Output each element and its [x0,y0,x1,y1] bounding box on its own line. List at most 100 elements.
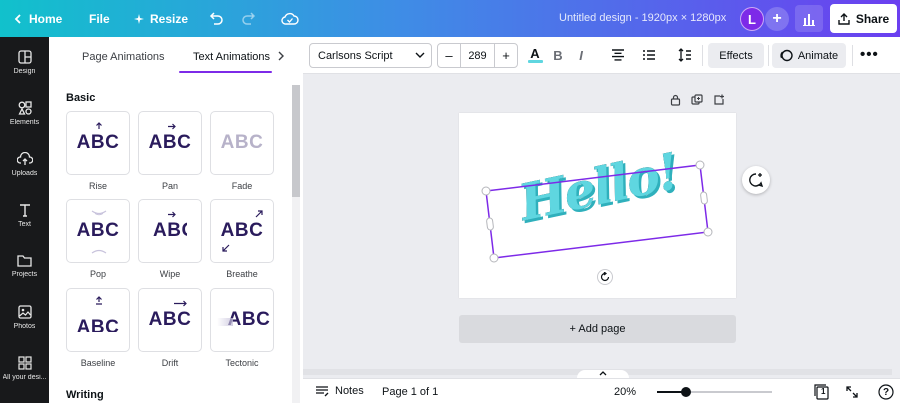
insights-button[interactable] [795,5,823,32]
font-size-stepper: – 289 + [437,43,518,68]
card-label-wipe: Wipe [159,269,181,279]
animation-card-breathe[interactable]: ABC [210,199,274,263]
bar-chart-icon [803,13,815,26]
notes-label: Notes [335,385,364,397]
arrow-right-long-icon [174,300,187,307]
font-size-decrease-button[interactable]: – [438,44,460,67]
font-size-input[interactable]: 289 [460,44,495,67]
animation-card-wipe[interactable]: ABC [138,199,202,263]
text-color-letter: A [530,45,540,61]
tectonic-blur-trail [217,318,233,326]
chevron-right-icon[interactable] [277,51,285,61]
expand-icon [846,386,858,398]
photo-icon [17,304,32,319]
font-family-select[interactable]: Carlsons Script [309,43,432,68]
active-tab-indicator [179,71,272,73]
rail-item-all-designs[interactable]: All your desi... [0,343,49,393]
upload-icon [16,151,33,165]
animation-card-rise[interactable]: ABC [66,111,130,175]
animation-card-baseline[interactable]: ABC [66,288,130,352]
rail-item-uploads[interactable]: Uploads [0,139,49,189]
rotate-handle[interactable] [597,269,613,285]
toolbar-divider [702,45,703,66]
more-options-button[interactable]: ••• [860,46,879,63]
italic-button[interactable]: I [571,45,591,65]
design-title[interactable]: Untitled design - 1920px × 1280px [559,12,726,24]
rail-label-all-designs: All your desi... [2,373,47,381]
section-writing-title: Writing [66,389,104,401]
align-center-button[interactable] [608,45,628,65]
tab-text-animations[interactable]: Text Animations [193,51,270,63]
undo-icon [209,11,223,25]
card-label-fade: Fade [231,181,253,191]
panel-scrollbar-thumb[interactable] [292,85,300,197]
fullscreen-button[interactable] [843,383,861,401]
panel-tabs: Page Animations Text Animations [49,37,303,75]
list-button[interactable] [639,45,659,65]
avatar[interactable]: L [740,7,764,31]
undo-button[interactable] [208,0,224,37]
file-label: File [89,11,110,26]
animation-card-fade[interactable]: ABC [210,111,274,175]
rail-item-projects[interactable]: Projects [0,241,49,291]
lock-icon[interactable] [670,94,681,106]
sparkle-icon [134,13,144,24]
add-comment-button[interactable] [742,166,770,194]
spacing-button[interactable] [675,45,695,65]
resize-button[interactable]: Resize [134,0,188,37]
rail-item-text[interactable]: Text [0,190,49,240]
text-color-button[interactable]: A [525,45,545,65]
expand-arrow-icon [255,210,263,218]
animation-card-drift[interactable]: ABC [138,288,202,352]
tab-page-animations[interactable]: Page Animations [82,51,165,63]
pop-wave-icon [91,210,107,216]
home-button[interactable]: Home [13,0,62,37]
pop-wave-bottom-icon [91,249,107,254]
rail-item-photos[interactable]: Photos [0,292,49,342]
page-count-button[interactable]: 1 [813,383,831,401]
cloud-save-status[interactable] [281,0,299,37]
rail-label-design: Design [13,67,36,75]
animation-card-pop[interactable]: ABC [66,199,130,263]
page-count: 1 [821,387,826,396]
list-icon [643,50,655,60]
file-menu[interactable]: File [89,0,110,37]
animate-button[interactable]: Animate [772,43,846,68]
resize-label: Resize [150,11,189,26]
card-label-baseline: Baseline [80,358,116,368]
help-button[interactable]: ? [877,383,895,401]
share-label: Share [855,11,890,26]
arrow-up-icon [96,122,102,129]
effects-button[interactable]: Effects [708,43,764,68]
redo-button[interactable] [241,0,257,37]
rail-item-design[interactable]: Design [0,37,49,87]
add-collaborator-button[interactable]: + [765,7,789,31]
add-page-button[interactable]: + Add page [459,315,736,343]
bottom-bar: Notes Page 1 of 1 20% 1 ? [303,378,900,403]
duplicate-icon[interactable] [691,94,703,106]
bold-button[interactable]: B [548,45,568,65]
zoom-slider-thumb[interactable] [680,387,691,397]
font-size-increase-button[interactable]: + [495,44,517,67]
notes-icon [316,385,329,396]
animation-card-tectonic[interactable]: ABC [210,288,274,352]
line-spacing-icon [678,48,691,62]
help-label: ? [882,386,890,398]
align-center-icon [612,49,624,61]
card-preview-text: ABC [76,316,120,332]
card-preview-text: ABC [220,220,264,241]
rail-label-elements: Elements [9,118,40,126]
apps-icon [17,355,32,370]
chevron-left-icon [14,13,21,24]
rail-label-photos: Photos [13,322,36,330]
card-preview-text: ABC [153,220,187,241]
zoom-level[interactable]: 20% [614,386,636,398]
rail-item-elements[interactable]: Elements [0,88,49,138]
animation-card-pan[interactable]: ABC [138,111,202,175]
share-button[interactable]: Share [830,4,897,33]
notes-button[interactable]: Notes [315,385,364,397]
add-page-icon[interactable] [713,94,725,106]
font-name: Carlsons Script [318,49,393,62]
text-color-swatch [527,59,543,63]
card-preview-text: ABC [76,220,120,241]
